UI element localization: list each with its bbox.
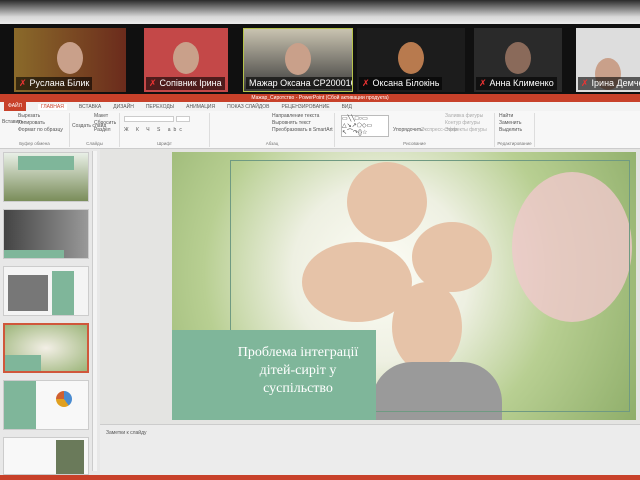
tab-animation[interactable]: АНИМАЦИЯ	[186, 104, 215, 110]
participant-video	[57, 42, 83, 74]
reset-button[interactable]: Сбросить	[94, 120, 116, 127]
thumbnails-scrollbar[interactable]	[92, 151, 97, 471]
font-name-select[interactable]	[124, 116, 174, 122]
participant-video	[398, 42, 424, 74]
participant-name: Руслана Білик	[29, 78, 90, 88]
monitor-bezel	[0, 0, 640, 24]
layout-button[interactable]: Макет	[94, 113, 116, 120]
tab-slideshow[interactable]: ПОКАЗ СЛАЙДОВ	[227, 104, 269, 110]
participant-tile-active[interactable]: Мажар Оксана СР200016	[243, 28, 353, 92]
participant-tile[interactable]: ✗ Анна Клименко	[474, 28, 562, 92]
font-format-buttons[interactable]: Ж К Ч S abc	[124, 127, 185, 134]
participant-tile[interactable]: ✗ Оксана Білокінь	[357, 28, 465, 92]
participant-name: Оксана Білокінь	[372, 78, 440, 88]
arrange-button[interactable]: Упорядочить	[393, 127, 423, 134]
slide-title-box[interactable]: Проблема інтеграції дітей-сиріт у суспіл…	[172, 330, 376, 420]
participant-name: Ірина Демче	[591, 78, 640, 88]
mic-muted-icon: ✗	[362, 78, 370, 88]
tab-insert[interactable]: ВСТАВКА	[79, 104, 101, 110]
participant-video	[505, 42, 531, 74]
mic-muted-icon: ✗	[19, 78, 27, 88]
group-editing: Найти Заменить Выделить Редактирование	[495, 113, 535, 147]
select-button[interactable]: Выделить	[499, 127, 522, 134]
tab-file[interactable]: ФАЙЛ	[4, 102, 26, 111]
participant-tile[interactable]: ✗ Руслана Білик	[14, 28, 126, 92]
group-slides: Создать слайд Макет Сбросить Раздел Слай…	[70, 113, 120, 147]
slide-thumbnail-4-selected[interactable]	[3, 323, 89, 373]
slide-thumbnail-2[interactable]	[3, 209, 89, 259]
smartart-button[interactable]: Преобразовать в SmartArt	[272, 127, 333, 134]
find-button[interactable]: Найти	[499, 113, 522, 120]
mic-muted-icon: ✗	[149, 78, 157, 88]
slide-thumbnail-1[interactable]	[3, 152, 89, 202]
slide-editor: Проблема інтеграції дітей-сиріт у суспіл…	[100, 149, 640, 475]
shape-outline-button[interactable]: Контур фигуры	[445, 120, 487, 127]
participant-name: Сопівник Ірина	[159, 78, 222, 88]
participant-name: Мажар Оксана СР200016	[249, 78, 353, 88]
current-slide[interactable]: Проблема інтеграції дітей-сиріт у суспіл…	[172, 152, 636, 420]
ribbon: Вставить Вырезать Копировать Формат по о…	[0, 111, 640, 149]
group-caption: Буфер обмена	[19, 141, 50, 146]
notes-placeholder: Заметки к слайду	[106, 430, 147, 436]
shape-fill-button[interactable]: Заливка фигуры	[445, 113, 487, 120]
mic-muted-icon: ✗	[581, 78, 589, 88]
window-title: Мажар_Сиротство - PowerPoint (Сбой актив…	[0, 94, 640, 102]
mic-muted-icon: ✗	[479, 78, 487, 88]
shape-effects-button[interactable]: Эффекты фигуры	[445, 127, 487, 134]
group-caption: Рисование	[403, 141, 426, 146]
shapes-gallery[interactable]: ▭╲╲□○▭ △↘↗⬠◇▭ ↖⌒↷{}☆	[341, 115, 389, 137]
group-drawing: ▭╲╲□○▭ △↘↗⬠◇▭ ↖⌒↷{}☆ Упорядочить Экспрес…	[335, 113, 495, 147]
group-clipboard: Вставить Вырезать Копировать Формат по о…	[0, 113, 70, 147]
participant-video	[173, 42, 199, 74]
tab-home[interactable]: ГЛАВНАЯ	[37, 103, 67, 110]
group-caption: Шрифт	[157, 141, 172, 146]
tab-review[interactable]: РЕЦЕНЗИРОВАНИЕ	[281, 104, 329, 110]
status-bar	[0, 475, 640, 480]
font-size-select[interactable]	[176, 116, 190, 122]
group-font: Ж К Ч S abc Шрифт	[120, 113, 210, 147]
copy-button[interactable]: Копировать	[18, 120, 63, 127]
tab-transitions[interactable]: ПЕРЕХОДЫ	[146, 104, 174, 110]
align-text-button[interactable]: Выровнять текст	[272, 120, 333, 127]
slide-thumbnail-5[interactable]	[3, 380, 89, 430]
notes-pane[interactable]: Заметки к слайду	[100, 424, 640, 475]
participant-tile[interactable]: ✗ Ірина Демче	[576, 28, 640, 92]
group-caption: Редактирование	[497, 141, 532, 146]
text-direction-button[interactable]: Направление текста	[272, 113, 333, 120]
slide-thumbnail-3[interactable]	[3, 266, 89, 316]
cut-button[interactable]: Вырезать	[18, 113, 63, 120]
replace-button[interactable]: Заменить	[499, 120, 522, 127]
participant-video	[285, 43, 311, 75]
group-caption: Абзац	[265, 141, 279, 146]
slide-thumbnails-pane	[0, 149, 100, 475]
format-painter-button[interactable]: Формат по образцу	[18, 127, 63, 134]
tab-design[interactable]: ДИЗАЙН	[113, 104, 134, 110]
slide-thumbnail-6[interactable]	[3, 437, 89, 475]
ribbon-tabs: ФАЙЛ ГЛАВНАЯ ВСТАВКА ДИЗАЙН ПЕРЕХОДЫ АНИ…	[0, 102, 640, 111]
slide-title: Проблема інтеграції дітей-сиріт у суспіл…	[237, 345, 359, 396]
tab-view[interactable]: ВИД	[342, 104, 352, 110]
group-caption: Слайды	[86, 141, 103, 146]
video-strip: ✗ Руслана Білик ✗ Сопівник Ірина Мажар Окс…	[0, 24, 640, 94]
section-button[interactable]: Раздел	[94, 127, 116, 134]
participant-tile[interactable]: ✗ Сопівник Ірина	[144, 28, 228, 92]
group-paragraph: Направление текста Выровнять текст Преоб…	[210, 113, 335, 147]
participant-name: Анна Клименко	[489, 78, 554, 88]
